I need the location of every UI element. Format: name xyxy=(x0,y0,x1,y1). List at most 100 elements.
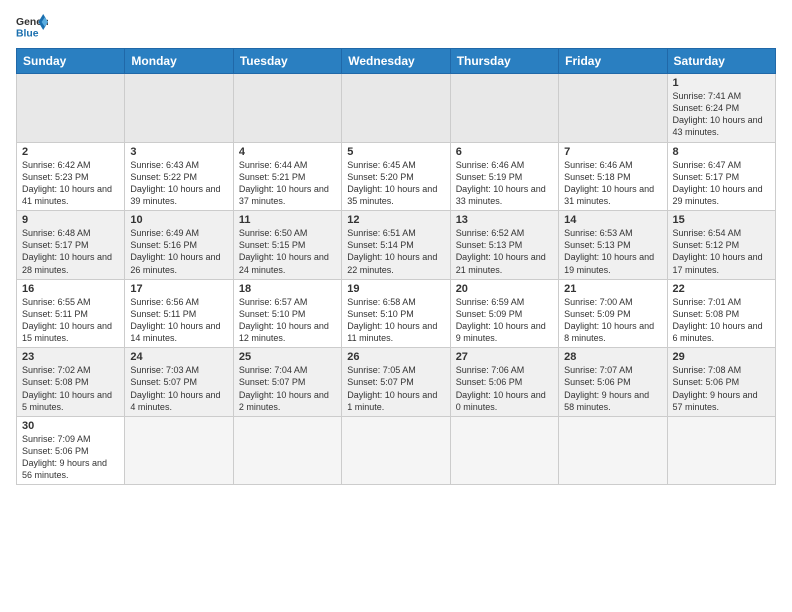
generalblue-logo-icon: General Blue xyxy=(16,12,48,40)
day-number: 12 xyxy=(347,214,444,226)
calendar-week-row: 2Sunrise: 6:42 AM Sunset: 5:23 PM Daylig… xyxy=(17,142,776,211)
calendar-day-cell xyxy=(559,416,667,485)
calendar-week-row: 16Sunrise: 6:55 AM Sunset: 5:11 PM Dayli… xyxy=(17,279,776,348)
calendar-day-cell: 1Sunrise: 7:41 AM Sunset: 6:24 PM Daylig… xyxy=(667,74,775,143)
weekday-header-thursday: Thursday xyxy=(450,49,558,74)
day-info: Sunrise: 7:01 AM Sunset: 5:08 PM Dayligh… xyxy=(673,296,770,345)
day-info: Sunrise: 6:57 AM Sunset: 5:10 PM Dayligh… xyxy=(239,296,336,345)
calendar-day-cell xyxy=(450,416,558,485)
calendar-day-cell xyxy=(233,416,341,485)
day-info: Sunrise: 6:44 AM Sunset: 5:21 PM Dayligh… xyxy=(239,159,336,208)
calendar-day-cell: 10Sunrise: 6:49 AM Sunset: 5:16 PM Dayli… xyxy=(125,211,233,280)
day-info: Sunrise: 7:07 AM Sunset: 5:06 PM Dayligh… xyxy=(564,364,661,413)
day-number: 3 xyxy=(130,146,227,158)
weekday-header-friday: Friday xyxy=(559,49,667,74)
day-info: Sunrise: 6:53 AM Sunset: 5:13 PM Dayligh… xyxy=(564,227,661,276)
day-number: 1 xyxy=(673,77,770,89)
day-info: Sunrise: 7:04 AM Sunset: 5:07 PM Dayligh… xyxy=(239,364,336,413)
calendar-day-cell xyxy=(17,74,125,143)
calendar-day-cell: 13Sunrise: 6:52 AM Sunset: 5:13 PM Dayli… xyxy=(450,211,558,280)
day-info: Sunrise: 6:48 AM Sunset: 5:17 PM Dayligh… xyxy=(22,227,119,276)
header: General Blue xyxy=(16,12,776,40)
calendar-day-cell: 6Sunrise: 6:46 AM Sunset: 5:19 PM Daylig… xyxy=(450,142,558,211)
calendar-day-cell: 14Sunrise: 6:53 AM Sunset: 5:13 PM Dayli… xyxy=(559,211,667,280)
day-info: Sunrise: 6:46 AM Sunset: 5:19 PM Dayligh… xyxy=(456,159,553,208)
day-info: Sunrise: 6:47 AM Sunset: 5:17 PM Dayligh… xyxy=(673,159,770,208)
day-info: Sunrise: 6:55 AM Sunset: 5:11 PM Dayligh… xyxy=(22,296,119,345)
day-info: Sunrise: 6:56 AM Sunset: 5:11 PM Dayligh… xyxy=(130,296,227,345)
day-number: 16 xyxy=(22,283,119,295)
weekday-header-monday: Monday xyxy=(125,49,233,74)
day-info: Sunrise: 7:09 AM Sunset: 5:06 PM Dayligh… xyxy=(22,433,119,482)
calendar-day-cell xyxy=(125,74,233,143)
day-number: 14 xyxy=(564,214,661,226)
day-info: Sunrise: 6:51 AM Sunset: 5:14 PM Dayligh… xyxy=(347,227,444,276)
calendar-day-cell: 20Sunrise: 6:59 AM Sunset: 5:09 PM Dayli… xyxy=(450,279,558,348)
weekday-header-saturday: Saturday xyxy=(667,49,775,74)
calendar-day-cell: 29Sunrise: 7:08 AM Sunset: 5:06 PM Dayli… xyxy=(667,348,775,417)
calendar-day-cell xyxy=(450,74,558,143)
day-number: 30 xyxy=(22,420,119,432)
calendar-day-cell: 5Sunrise: 6:45 AM Sunset: 5:20 PM Daylig… xyxy=(342,142,450,211)
calendar-day-cell xyxy=(233,74,341,143)
day-info: Sunrise: 7:05 AM Sunset: 5:07 PM Dayligh… xyxy=(347,364,444,413)
day-info: Sunrise: 7:02 AM Sunset: 5:08 PM Dayligh… xyxy=(22,364,119,413)
day-number: 13 xyxy=(456,214,553,226)
day-info: Sunrise: 6:45 AM Sunset: 5:20 PM Dayligh… xyxy=(347,159,444,208)
day-number: 26 xyxy=(347,351,444,363)
calendar-day-cell: 28Sunrise: 7:07 AM Sunset: 5:06 PM Dayli… xyxy=(559,348,667,417)
day-info: Sunrise: 6:49 AM Sunset: 5:16 PM Dayligh… xyxy=(130,227,227,276)
day-info: Sunrise: 6:52 AM Sunset: 5:13 PM Dayligh… xyxy=(456,227,553,276)
calendar-week-row: 30Sunrise: 7:09 AM Sunset: 5:06 PM Dayli… xyxy=(17,416,776,485)
day-number: 11 xyxy=(239,214,336,226)
day-number: 28 xyxy=(564,351,661,363)
calendar-day-cell xyxy=(342,74,450,143)
svg-text:Blue: Blue xyxy=(16,28,39,39)
day-info: Sunrise: 6:43 AM Sunset: 5:22 PM Dayligh… xyxy=(130,159,227,208)
day-number: 6 xyxy=(456,146,553,158)
calendar-day-cell: 17Sunrise: 6:56 AM Sunset: 5:11 PM Dayli… xyxy=(125,279,233,348)
calendar-day-cell: 26Sunrise: 7:05 AM Sunset: 5:07 PM Dayli… xyxy=(342,348,450,417)
calendar-day-cell xyxy=(342,416,450,485)
calendar-day-cell: 30Sunrise: 7:09 AM Sunset: 5:06 PM Dayli… xyxy=(17,416,125,485)
day-number: 22 xyxy=(673,283,770,295)
calendar-day-cell: 15Sunrise: 6:54 AM Sunset: 5:12 PM Dayli… xyxy=(667,211,775,280)
calendar-week-row: 1Sunrise: 7:41 AM Sunset: 6:24 PM Daylig… xyxy=(17,74,776,143)
day-info: Sunrise: 6:54 AM Sunset: 5:12 PM Dayligh… xyxy=(673,227,770,276)
day-info: Sunrise: 6:58 AM Sunset: 5:10 PM Dayligh… xyxy=(347,296,444,345)
day-number: 17 xyxy=(130,283,227,295)
calendar-day-cell: 7Sunrise: 6:46 AM Sunset: 5:18 PM Daylig… xyxy=(559,142,667,211)
day-info: Sunrise: 7:41 AM Sunset: 6:24 PM Dayligh… xyxy=(673,90,770,139)
day-number: 9 xyxy=(22,214,119,226)
day-info: Sunrise: 6:50 AM Sunset: 5:15 PM Dayligh… xyxy=(239,227,336,276)
day-number: 5 xyxy=(347,146,444,158)
calendar-day-cell: 16Sunrise: 6:55 AM Sunset: 5:11 PM Dayli… xyxy=(17,279,125,348)
weekday-header-sunday: Sunday xyxy=(17,49,125,74)
calendar-day-cell: 2Sunrise: 6:42 AM Sunset: 5:23 PM Daylig… xyxy=(17,142,125,211)
day-number: 10 xyxy=(130,214,227,226)
day-number: 19 xyxy=(347,283,444,295)
calendar-day-cell: 3Sunrise: 6:43 AM Sunset: 5:22 PM Daylig… xyxy=(125,142,233,211)
day-info: Sunrise: 6:42 AM Sunset: 5:23 PM Dayligh… xyxy=(22,159,119,208)
calendar-day-cell xyxy=(125,416,233,485)
calendar-day-cell xyxy=(667,416,775,485)
calendar-week-row: 23Sunrise: 7:02 AM Sunset: 5:08 PM Dayli… xyxy=(17,348,776,417)
day-number: 20 xyxy=(456,283,553,295)
day-number: 25 xyxy=(239,351,336,363)
calendar-day-cell: 12Sunrise: 6:51 AM Sunset: 5:14 PM Dayli… xyxy=(342,211,450,280)
logo: General Blue xyxy=(16,12,48,40)
day-number: 4 xyxy=(239,146,336,158)
day-number: 8 xyxy=(673,146,770,158)
day-number: 18 xyxy=(239,283,336,295)
calendar-header-row: SundayMondayTuesdayWednesdayThursdayFrid… xyxy=(17,49,776,74)
calendar-week-row: 9Sunrise: 6:48 AM Sunset: 5:17 PM Daylig… xyxy=(17,211,776,280)
calendar-day-cell: 25Sunrise: 7:04 AM Sunset: 5:07 PM Dayli… xyxy=(233,348,341,417)
calendar-day-cell: 11Sunrise: 6:50 AM Sunset: 5:15 PM Dayli… xyxy=(233,211,341,280)
page: General Blue SundayMondayTuesdayWednesda… xyxy=(0,0,792,612)
day-info: Sunrise: 6:46 AM Sunset: 5:18 PM Dayligh… xyxy=(564,159,661,208)
calendar-day-cell: 23Sunrise: 7:02 AM Sunset: 5:08 PM Dayli… xyxy=(17,348,125,417)
day-number: 21 xyxy=(564,283,661,295)
calendar-day-cell: 8Sunrise: 6:47 AM Sunset: 5:17 PM Daylig… xyxy=(667,142,775,211)
day-number: 15 xyxy=(673,214,770,226)
day-number: 27 xyxy=(456,351,553,363)
